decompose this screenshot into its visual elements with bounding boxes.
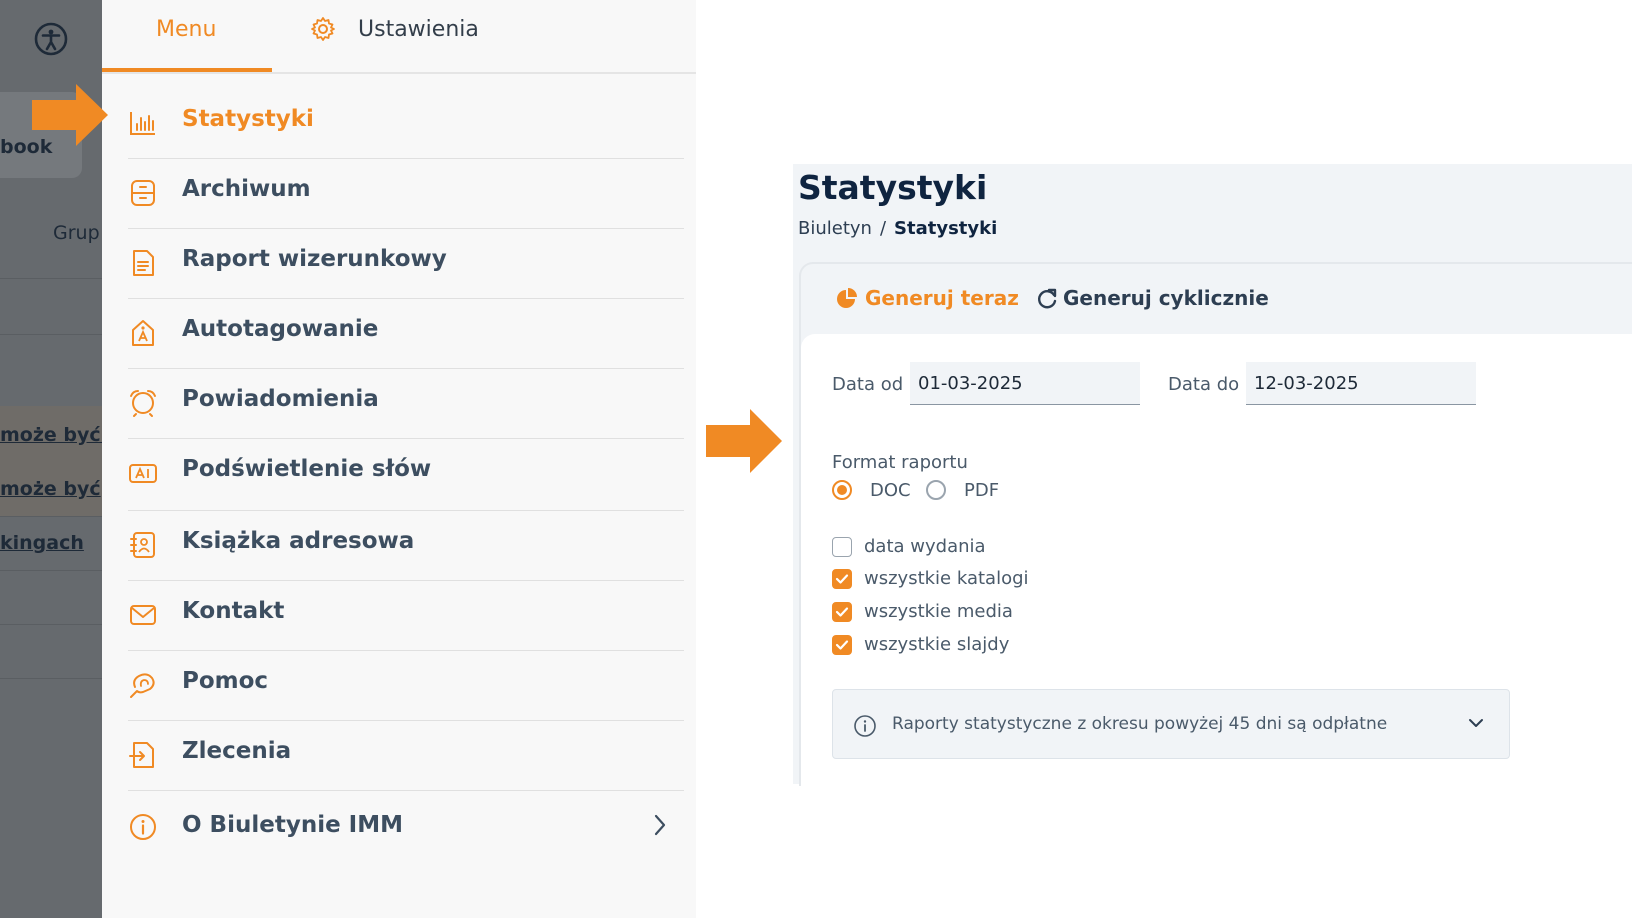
- checkbox-label: data wydania: [864, 536, 986, 557]
- info-icon: [854, 715, 876, 737]
- check-icon: [835, 607, 849, 617]
- menu-item-label: Podświetlenie słów: [182, 456, 432, 482]
- tab-menu[interactable]: Menu: [102, 0, 272, 72]
- pointer-arrow-icon: [32, 84, 108, 146]
- background-row: [0, 624, 102, 679]
- menu-item-label: Zlecenia: [182, 738, 292, 764]
- menu-item-kontakt[interactable]: Kontakt: [128, 580, 684, 651]
- menu-item-label: Książka adresowa: [182, 528, 415, 554]
- checkbox-label: wszystkie media: [864, 601, 1013, 622]
- date-from-input[interactable]: [910, 362, 1140, 405]
- checkbox-wszystkie-katalogi[interactable]: [832, 569, 852, 589]
- background-row: [0, 570, 102, 625]
- menu-item-label: Raport wizerunkowy: [182, 246, 447, 272]
- checkbox-wszystkie-slajdy[interactable]: [832, 635, 852, 655]
- orders-icon: [129, 742, 154, 768]
- menu-item-archiwum[interactable]: Archiwum: [128, 158, 684, 229]
- alarm-icon: [130, 390, 156, 417]
- breadcrumb: Biuletyn / Statystyki: [798, 218, 997, 239]
- tab-menu-label: Menu: [156, 17, 217, 42]
- menu-item-label: Powiadomienia: [182, 386, 379, 412]
- menu-item-autotagowanie[interactable]: Autotagowanie: [128, 298, 684, 369]
- background-row: [0, 278, 102, 335]
- report-format-label: Format raportu: [832, 452, 968, 473]
- menu-item-zlecenia[interactable]: Zlecenia: [128, 720, 684, 791]
- background-row: może być s: [0, 406, 102, 461]
- breadcrumb-current: Statystyki: [894, 218, 998, 239]
- background-link: może być s: [0, 424, 102, 446]
- menu-item-powiadomienia[interactable]: Powiadomienia: [128, 368, 684, 439]
- statistics-panel: Statystyki Biuletyn / Statystyki Generuj t…: [793, 164, 1632, 786]
- menu-item-label: Pomoc: [182, 668, 269, 694]
- tag-icon: [132, 320, 154, 346]
- page-title: Statystyki: [798, 168, 988, 207]
- date-to-input[interactable]: [1246, 362, 1476, 405]
- info-icon: [130, 814, 156, 840]
- accessibility-icon[interactable]: [34, 22, 68, 56]
- chevron-right-icon: [654, 814, 666, 836]
- background-row: Grup: [0, 190, 102, 279]
- refresh-icon: [1038, 288, 1057, 309]
- background-group-label: Grup: [53, 222, 100, 244]
- background-link: może być: [0, 478, 101, 500]
- check-icon: [835, 640, 849, 650]
- pointer-arrow-icon: [706, 409, 782, 473]
- checkbox-label: wszystkie katalogi: [864, 568, 1029, 589]
- breadcrumb-separator: /: [879, 218, 887, 239]
- chevron-down-icon[interactable]: [1467, 716, 1485, 730]
- archive-icon: [131, 180, 155, 206]
- tab-generate-now-label: Generuj teraz: [865, 286, 1019, 310]
- info-notice-text: Raporty statystyczne z okresu powyżej 45…: [892, 714, 1388, 734]
- help-hand-icon: [130, 673, 155, 698]
- highlight-text-icon: [129, 464, 157, 483]
- menu-tabs: Menu Ustawienia: [102, 0, 696, 74]
- breadcrumb-root[interactable]: Biuletyn: [798, 218, 872, 239]
- background-row: [0, 334, 102, 407]
- active-tab-indicator: [102, 68, 272, 72]
- tab-settings-label: Ustawienia: [358, 17, 479, 42]
- info-notice[interactable]: Raporty statystyczne z okresu powyżej 45…: [832, 689, 1510, 759]
- date-to-label: Data do: [1168, 374, 1240, 395]
- menu-item-label: Kontakt: [182, 598, 285, 624]
- mail-icon: [130, 605, 156, 625]
- checkbox-data-wydania[interactable]: [832, 537, 852, 557]
- radio-doc[interactable]: [832, 480, 852, 500]
- gear-icon: [311, 17, 335, 41]
- tab-settings[interactable]: Ustawienia: [308, 0, 508, 72]
- side-menu-panel: Menu Ustawienia Statystyki Archiwum Rapo…: [102, 0, 696, 918]
- radio-doc-label: DOC: [870, 480, 911, 501]
- radio-pdf[interactable]: [926, 480, 946, 500]
- menu-item-label: Statystyki: [182, 106, 314, 132]
- menu-item-label: Autotagowanie: [182, 316, 379, 342]
- check-icon: [835, 574, 849, 584]
- checkbox-wszystkie-media[interactable]: [832, 602, 852, 622]
- menu-item-o-biuletynie[interactable]: O Biuletynie IMM: [128, 790, 684, 864]
- menu-item-podswietlenie-slow[interactable]: Podświetlenie słów: [128, 438, 684, 511]
- document-report-icon: [133, 250, 154, 276]
- generate-form: Data od Data do Format raportu DOC PDF d…: [801, 334, 1632, 786]
- menu-item-pomoc[interactable]: Pomoc: [128, 650, 684, 721]
- menu-item-statystyki[interactable]: Statystyki: [128, 88, 684, 159]
- menu-item-raport-wizerunkowy[interactable]: Raport wizerunkowy: [128, 228, 684, 299]
- background-row: może być: [0, 460, 102, 517]
- checkbox-label: wszystkie slajdy: [864, 634, 1010, 655]
- tab-generate-cyclic-label: Generuj cyklicznie: [1063, 286, 1269, 310]
- menu-item-ksiazka-adresowa[interactable]: Książka adresowa: [128, 510, 684, 581]
- menu-item-label: O Biuletynie IMM: [182, 812, 404, 838]
- bar-chart-icon: [130, 112, 155, 135]
- date-from-label: Data od: [832, 374, 904, 395]
- address-book-icon: [130, 532, 155, 558]
- menu-item-label: Archiwum: [182, 176, 311, 202]
- background-link: kingach: [0, 532, 84, 554]
- pie-chart-icon: [837, 288, 857, 308]
- generate-tabs: Generuj teraz Generuj cyklicznie: [801, 264, 1632, 334]
- radio-pdf-label: PDF: [964, 480, 1000, 501]
- background-row: kingach: [0, 516, 102, 571]
- statistics-card: Generuj teraz Generuj cyklicznie Data od…: [799, 262, 1632, 786]
